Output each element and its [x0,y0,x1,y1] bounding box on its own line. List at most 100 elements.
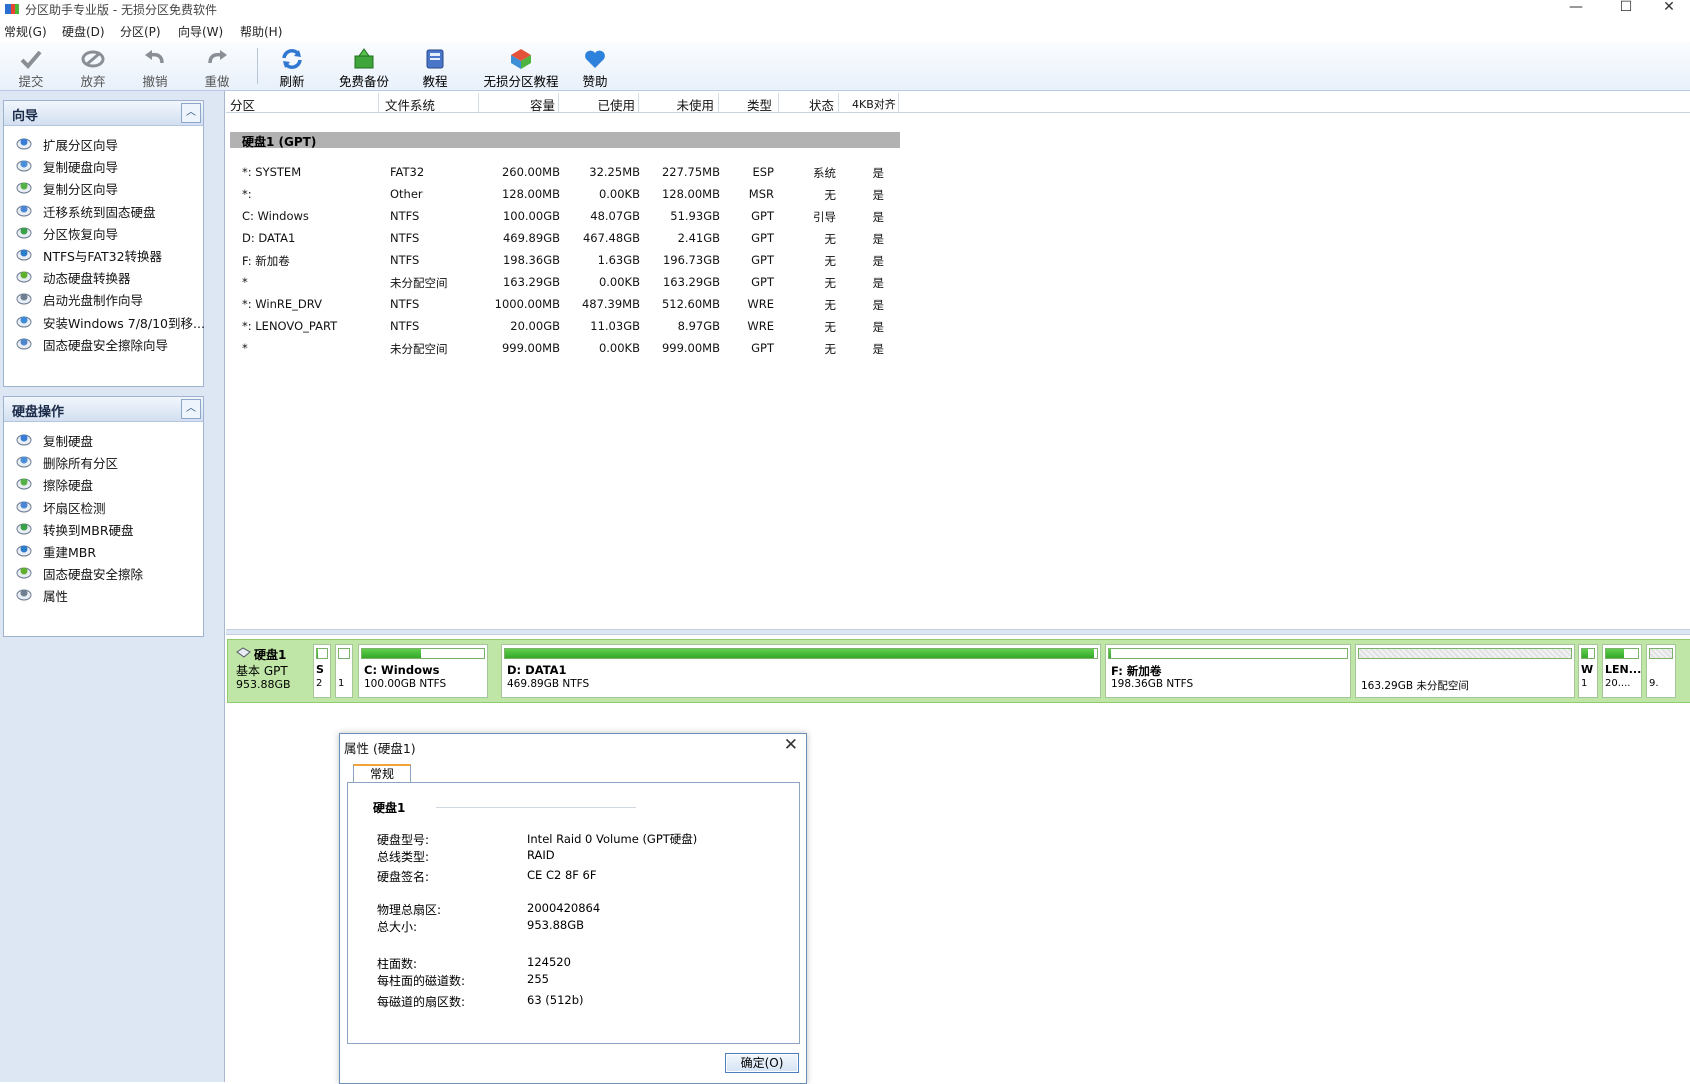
sidebar-item[interactable]: 分区恢复向导 [13,221,201,243]
col-partition[interactable]: 分区 [230,95,255,114]
disk-partition-block[interactable]: D: DATA1 469.89GB NTFS [501,644,1101,698]
toolbar-separator [257,48,258,84]
properties-dialog: 属性 (硬盘1) ✕ 常规 硬盘1 硬盘型号: Intel Raid 0 Volu… [339,733,807,1084]
col-divider[interactable] [778,93,779,112]
col-divider[interactable] [378,93,379,112]
sidebar-item[interactable]: 迁移系统到固态硬盘 [13,199,201,221]
sidebar-item[interactable]: 固态硬盘安全擦除向导 [13,332,201,354]
col-4k-align[interactable]: 4KB对齐 [852,96,896,112]
refresh-button[interactable]: 刷新 [261,45,323,89]
menu-disk[interactable]: 硬盘(D) [62,23,105,40]
discard-button[interactable]: 放弃 [62,45,124,89]
sidebar-item[interactable]: 擦除硬盘 [13,472,201,494]
window-title: 分区助手专业版 - 无损分区免费软件 [25,3,217,17]
sidebar-item[interactable]: 安装Windows 7/8/10到移... [13,310,205,332]
disk-partition-block[interactable]: S2 [313,644,331,698]
disk-partition-block[interactable]: 9. [1646,644,1676,698]
disk-partition-block[interactable]: F: 新加卷 198.36GB NTFS [1105,644,1351,698]
sidebar-item[interactable]: 扩展分区向导 [13,132,201,154]
minimize-button[interactable]: — [1553,0,1599,18]
table-row[interactable]: F: 新加卷 NTFS 198.36GB 1.63GB 196.73GB GPT 无 是 [230,250,910,272]
sidebar-item[interactable]: 复制硬盘向导 [13,154,201,176]
sidebar-item-label: 复制硬盘 [43,434,94,449]
sidebar-item[interactable]: NTFS与FAT32转换器 [13,243,201,265]
commit-button[interactable]: 提交 [0,45,62,89]
sidebar-item[interactable]: 复制分区向导 [13,176,201,198]
tutorial-button[interactable]: 教程 [404,45,466,89]
col-divider[interactable] [898,93,899,112]
table-cell: 467.48GB [582,231,640,245]
col-divider[interactable] [718,93,719,112]
dialog-close-icon[interactable]: ✕ [784,735,798,755]
property-label: 硬盘型号: [377,833,430,847]
table-cell: *: LENOVO_PART [242,319,338,333]
free-backup-button[interactable]: 免费备份 [332,45,396,89]
partition-detail: 100.00GB NTFS [364,678,447,690]
partition-label: LEN... [1605,663,1642,676]
sidebar: 向导 ︿ 扩展分区向导 复制硬盘向导 复制分区向导 迁移系统到固态硬盘 分区恢复向导 NT… [0,91,225,1082]
table-row[interactable]: *: Other 128.00MB 0.00KB 128.00MB MSR 无 是 [230,184,910,206]
sidebar-item-icon [16,202,32,218]
table-row[interactable]: *: SYSTEM FAT32 260.00MB 32.25MB 227.75MB ESP… [230,162,910,184]
sidebar-item-icon [16,542,32,558]
sidebar-item-label: 动态硬盘转换器 [43,271,131,287]
sidebar-item[interactable]: 坏扇区检测 [13,495,201,517]
table-cell: 198.36GB [502,253,560,267]
sidebar-item[interactable]: 转换到MBR硬盘 [13,517,201,539]
col-type[interactable]: 类型 [720,95,772,114]
collapse-wizard-button[interactable]: ︿ [181,103,201,123]
property-label: 物理总扇区: [377,903,442,917]
partition-tutorial-button[interactable]: 无损分区教程 [478,45,564,89]
commit-label: 提交 [18,74,44,89]
maximize-button[interactable]: ☐ [1603,0,1649,18]
sidebar-item[interactable]: 重建MBR [13,539,201,561]
menu-help[interactable]: 帮助(H) [240,23,282,40]
sidebar-item[interactable]: 启动光盘制作向导 [13,287,201,309]
disk-partition-block[interactable]: W1 [1578,644,1598,698]
disk-name: 硬盘1 [254,648,287,662]
table-cell: 32.25MB [589,165,640,179]
table-row[interactable]: C: Windows NTFS 100.00GB 48.07GB 51.93GB GPT 引… [230,206,910,228]
disk-partition-block[interactable]: 1 [335,644,353,698]
table-row[interactable]: *: WinRE_DRV NTFS 1000.00MB 487.39MB 512.60M… [230,294,910,316]
ok-button[interactable]: 确定(O) [725,1053,799,1073]
menu-partition[interactable]: 分区(P) [120,23,161,40]
close-button[interactable]: ✕ [1646,0,1690,18]
col-divider[interactable] [838,93,839,112]
table-cell: 未分配空间 [390,276,448,290]
wizard-panel-title: 向导 [12,109,39,124]
sidebar-item[interactable]: 删除所有分区 [13,450,201,472]
sidebar-item[interactable]: 动态硬盘转换器 [13,265,201,287]
sidebar-item[interactable]: 属性 [13,583,201,605]
disk-ops-panel-title: 硬盘操作 [12,405,65,420]
partition-label: C: Windows [364,663,440,677]
menu-wizard[interactable]: 向导(W) [178,23,223,40]
col-used[interactable]: 已使用 [562,95,635,114]
col-filesystem[interactable]: 文件系统 [385,95,435,114]
col-divider[interactable] [558,93,559,112]
undo-button[interactable]: 撤销 [124,45,186,89]
sidebar-item[interactable]: 复制硬盘 [13,428,201,450]
sponsor-button[interactable]: 赞助 [564,45,626,89]
disk-partition-block[interactable]: LEN... 20.... [1602,644,1642,698]
col-capacity[interactable]: 容量 [482,95,555,114]
table-row[interactable]: * 未分配空间 163.29GB 0.00KB 163.29GB GPT 无 是 [230,272,910,294]
backup-icon [354,48,374,69]
partition-usage-bar [1358,648,1572,659]
disk-group-header[interactable]: 硬盘1 (GPT) [230,132,900,149]
table-row[interactable]: D: DATA1 NTFS 469.89GB 467.48GB 2.41GB GPT 无 是 [230,228,910,250]
menu-general[interactable]: 常规(G) [4,23,47,40]
disk-partition-block[interactable]: C: Windows 100.00GB NTFS [358,644,488,698]
collapse-disk-ops-button[interactable]: ︿ [181,399,201,419]
col-divider[interactable] [638,93,639,112]
partition-usage-bar [1108,648,1348,659]
sidebar-item[interactable]: 固态硬盘安全擦除 [13,561,201,583]
table-row[interactable]: *: LENOVO_PART NTFS 20.00GB 11.03GB 8.97GB WR… [230,316,910,338]
redo-button[interactable]: 重做 [186,45,248,89]
table-row[interactable]: * 未分配空间 999.00MB 0.00KB 999.00MB GPT 无 是 [230,338,910,360]
col-unused[interactable]: 未使用 [640,95,714,114]
splitter[interactable] [226,629,1690,635]
col-divider[interactable] [478,93,479,112]
col-status[interactable]: 状态 [782,95,834,114]
disk-partition-block[interactable]: 163.29GB 未分配空间 [1355,644,1575,698]
